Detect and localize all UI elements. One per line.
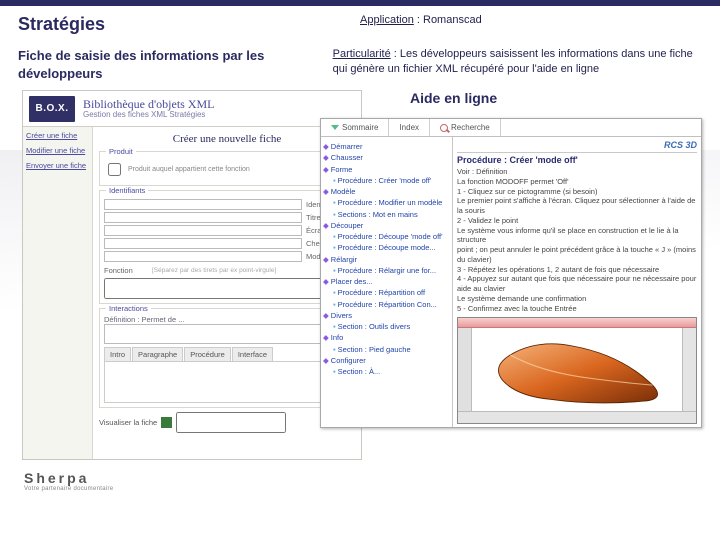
tab-intro[interactable]: Intro — [104, 347, 131, 361]
box-application-window: B.O.X. Bibliothèque d'objets XML Gestion… — [22, 90, 362, 460]
shoe-last-3d-model — [487, 330, 667, 410]
screenshot-viewport — [472, 328, 682, 411]
tree-item[interactable]: ◆Découper — [323, 220, 450, 231]
sidebar-item-create[interactable]: Créer une fiche — [26, 131, 89, 140]
screenshot-left-toolbar — [458, 328, 472, 411]
tab-procedure[interactable]: Procédure — [184, 347, 231, 361]
embedded-screenshot — [457, 317, 697, 424]
mode-field[interactable] — [104, 251, 302, 262]
box-sidebar: Créer une fiche Modifier une fiche Envoy… — [23, 127, 93, 459]
box-window-subtitle: Gestion des fiches XML Stratégies — [83, 111, 214, 120]
tree-item[interactable]: ◆Placer des... — [323, 276, 450, 287]
group-produit: Produit Produit auquel appartient cette … — [99, 151, 355, 186]
doc-line: La fonction MODOFF permet 'Off' — [457, 177, 697, 187]
form-title: Créer une nouvelle fiche — [99, 133, 355, 145]
tree-item[interactable]: ◆Chausser — [323, 152, 450, 163]
tree-item[interactable]: ◆Démarrer — [323, 141, 450, 152]
aide-en-ligne-title: Aide en ligne — [410, 90, 497, 106]
tree-item[interactable]: ◆Forme — [323, 164, 450, 175]
triangle-icon — [331, 125, 339, 130]
tree-item[interactable]: ▪Procédure : Modifier un modèle — [333, 197, 450, 208]
tree-item[interactable]: ▪Procédure : Répartition Con... — [333, 299, 450, 310]
tree-item[interactable]: ▪Procédure : Découpe 'mode off' — [333, 231, 450, 242]
tree-item[interactable]: ▪Procédure : Rélargir une for... — [333, 265, 450, 276]
doc-line: Le premier point s'affiche à l'écran. Cl… — [457, 196, 697, 216]
group-interactions-label: Interactions — [106, 304, 151, 313]
screenshot-titlebar — [458, 318, 696, 328]
doc-line: 2 - Validez le point — [457, 216, 697, 226]
subtitle: Fiche de saisie des informations par les… — [18, 47, 333, 82]
group-identifiants: Identifiants Identifiant Titre de Écran — [99, 190, 355, 304]
box-window-title: Bibliothèque d'objets XML — [83, 98, 214, 111]
tree-item[interactable]: ◆Rélargir — [323, 254, 450, 265]
definition-text: Définition : Permet de ... — [104, 315, 350, 324]
group-interactions: Interactions Définition : Permet de ... … — [99, 308, 355, 408]
tree-item[interactable]: ◆Modèle — [323, 186, 450, 197]
doc-line: 3 - Répétez les opérations 1, 2 autant d… — [457, 265, 697, 275]
doc-line: Le système demande une confirmation — [457, 294, 697, 304]
tab-content — [104, 361, 350, 403]
group-produit-label: Produit — [106, 147, 136, 156]
help-document: RCS 3D Procédure : Créer 'mode off' Voir… — [453, 137, 701, 427]
footer-field[interactable] — [176, 412, 286, 433]
tab-paragraphe[interactable]: Paragraphe — [132, 347, 183, 361]
header: Stratégies Application : Romanscad — [0, 6, 720, 37]
doc-line: point ; on peut annuler le point précéde… — [457, 245, 697, 265]
sherpa-logo: Sherpa Votre partenaire documentaire — [24, 470, 113, 492]
particularite-label: Particularité — [333, 48, 391, 60]
fonction-hint: [Séparez par des tirets par ex point-vir… — [152, 267, 276, 274]
procedure-title: Procédure : Créer 'mode off' — [457, 155, 697, 165]
tree-item[interactable]: ◆Info — [323, 332, 450, 343]
tree-item[interactable]: ▪Procédure : Créer 'mode off' — [333, 175, 450, 186]
tree-item[interactable]: ▪Section : À... — [333, 366, 450, 377]
doc-line: Le système vous informe qu'il se place e… — [457, 226, 697, 246]
search-icon — [440, 124, 448, 132]
produit-hint: Produit auquel appartient cette fonction — [128, 166, 250, 173]
sherpa-tagline: Votre partenaire documentaire — [24, 486, 113, 492]
box-header: B.O.X. Bibliothèque d'objets XML Gestion… — [23, 91, 361, 127]
doc-line: Voir : Définition — [457, 167, 697, 177]
help-tab-sommaire[interactable]: Sommaire — [321, 119, 389, 136]
tree-item[interactable]: ▪Procédure : Répartition off — [333, 287, 450, 298]
help-tab-recherche[interactable]: Recherche — [430, 119, 501, 136]
interaction-tabs: Intro Paragraphe Procédure Interface — [104, 347, 350, 361]
ecran-field[interactable] — [104, 225, 302, 236]
tree-item[interactable]: ◆Configurer — [323, 355, 450, 366]
sidebar-item-modify[interactable]: Modifier une fiche — [26, 146, 89, 155]
subtitle-row: Fiche de saisie des informations par les… — [0, 37, 720, 86]
box-logo: B.O.X. — [29, 96, 75, 122]
fonction-field[interactable] — [104, 278, 350, 299]
group-identifiants-label: Identifiants — [106, 186, 148, 195]
help-brand: RCS 3D — [457, 140, 697, 153]
help-tabstrip: Sommaire Index Recherche — [321, 119, 701, 137]
procedure-body: Voir : DéfinitionLa fonction MODOFF perm… — [457, 167, 697, 313]
sidebar-item-send[interactable]: Envoyer une fiche — [26, 161, 89, 170]
screenshot-right-scrollbar[interactable] — [682, 328, 696, 411]
help-tree[interactable]: ◆Démarrer◆Chausser◆Forme▪Procédure : Cré… — [321, 137, 453, 427]
page-title: Stratégies — [18, 14, 360, 35]
screenshot-bottom-scrollbar[interactable] — [458, 411, 696, 423]
definition-textarea[interactable] — [104, 324, 350, 344]
tree-item[interactable]: ▪Procédure : Découpe mode... — [333, 242, 450, 253]
tree-item[interactable]: ▪Sections : Mot en mains — [333, 209, 450, 220]
tab-interface[interactable]: Interface — [232, 347, 273, 361]
chemin-field[interactable] — [104, 238, 302, 249]
help-tab-index[interactable]: Index — [389, 119, 430, 136]
doc-line: 5 - Confirmez avec la touche Entrée — [457, 304, 697, 314]
tree-item[interactable]: ▪Section : Pied gauche — [333, 344, 450, 355]
tree-item[interactable]: ◆Divers — [323, 310, 450, 321]
fonction-label: Fonction — [104, 266, 148, 275]
doc-line: 4 - Appuyez sur autant que fois que néce… — [457, 274, 697, 294]
doc-line: 1 - Cliquez sur ce pictogramme (si besoi… — [457, 187, 697, 197]
identifiant-field[interactable] — [104, 199, 302, 210]
application-name: Romanscad — [423, 14, 482, 26]
content-area: B.O.X. Bibliothèque d'objets XML Gestion… — [0, 90, 720, 500]
produit-checkbox[interactable] — [108, 163, 121, 176]
visualiser-label: Visualiser la fiche — [99, 418, 157, 427]
application-label: Application — [360, 14, 414, 26]
titre-field[interactable] — [104, 212, 302, 223]
tree-item[interactable]: ▪Section : Outils divers — [333, 321, 450, 332]
visualiser-button[interactable] — [161, 417, 172, 428]
help-window: Sommaire Index Recherche ◆Démarrer◆Chaus… — [320, 118, 702, 428]
